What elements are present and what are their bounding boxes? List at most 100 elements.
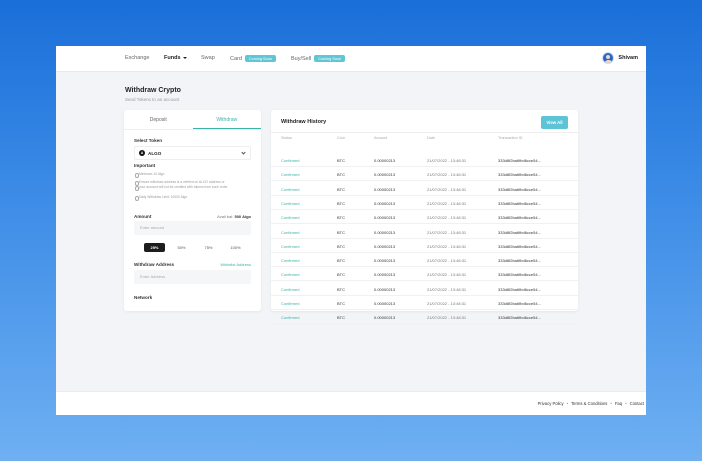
nav-card-label: Card [230,55,242,62]
column-header-status: Status [281,136,292,140]
address-input[interactable]: Enter Address [134,270,251,284]
deposit-withdraw-tabs: Deposit Withdraw [124,110,261,130]
date-cell: 21/07/2022 - 13:48:31 [427,286,467,292]
footer-link-contact[interactable]: Contact [630,401,644,406]
note-minimum: Minimum 10 Algo [134,172,165,178]
table-row[interactable]: Confirmed BTC 0.00000213 21/07/2022 - 13:48… [271,196,578,210]
amount-cell: 0.00000213 [374,186,396,192]
chevron-down-icon [241,150,246,155]
nav-buy-sell-label: Buy/Sell [291,55,312,62]
table-row[interactable]: Confirmed BTC 0.00000213 21/07/2022 - 13:48… [271,310,578,325]
view-all-button[interactable]: View All [541,116,568,129]
user-name: Shivam [618,55,638,61]
avatar [602,52,615,64]
status-cell: Confirmed [281,172,300,178]
percent-50-button[interactable]: 50% [171,243,192,252]
footer-links: Privacy Policy • Terms & Conditions • Faq • Co… [537,401,644,406]
table-row[interactable]: Confirmed BTC 0.00000213 21/07/2022 - 13:48… [271,153,578,167]
whitelist-address-link[interactable]: Whitelist Address [220,262,251,267]
select-token-label: Select Token [134,138,162,143]
amount-cell: 0.00000213 [374,215,396,221]
tab-deposit[interactable]: Deposit [124,110,193,129]
transaction-id-cell: 333d8f2ba6fbd6cce54... [498,301,541,306]
page-subtitle: Send Tokens to an account [125,97,180,102]
transaction-id-cell: 333d8f2ba6fbd6cce54... [498,172,541,178]
status-cell: Confirmed [281,301,300,306]
coin-cell: BTC [337,215,345,221]
network-label: Network [134,295,153,300]
note-minimum-text: Minimum 10 Algo [139,172,165,176]
date-cell: 21/07/2022 - 13:48:31 [427,229,467,235]
date-cell: 21/07/2022 - 13:48:31 [427,200,467,206]
table-row[interactable]: Confirmed BTC 0.00000213 21/07/2022 - 13:48… [271,182,578,196]
amount-cell: 0.00000213 [374,301,396,306]
table-row[interactable]: Confirmed BTC 0.00000213 21/07/2022 - 13:48… [271,296,578,310]
note-address-warning-cont: your account will not be credited with t… [134,185,228,191]
table-row[interactable]: Confirmed BTC 0.00000213 21/07/2022 - 13:48… [271,225,578,239]
note-address-text-2: your account will not be credited with t… [139,185,228,189]
user-menu[interactable]: Shivam [602,52,638,64]
transaction-id-cell: 333d8f2ba6fbd6cce54... [498,215,541,221]
column-header-date: Date [427,136,436,140]
tab-withdraw[interactable]: Withdraw [192,110,261,129]
status-cell: Confirmed [281,258,300,264]
footer-link-faq[interactable]: Faq [615,401,622,406]
percent-25-button[interactable]: 25% [144,243,165,252]
date-cell: 21/07/2022 - 13:48:31 [427,272,467,278]
table-row[interactable]: Confirmed BTC 0.00000213 21/07/2022 - 13:48… [271,239,578,253]
coin-cell: BTC [337,315,345,321]
nav-buy-sell[interactable]: Buy/Sell Coming Soon [291,55,346,62]
nav-swap[interactable]: Swap [201,55,215,61]
nav-funds-label: Funds [164,55,181,61]
column-header-amount: Amount [374,136,388,140]
nav-exchange[interactable]: Exchange [125,55,149,61]
amount-cell: 0.00000213 [374,200,396,206]
date-cell: 21/07/2022 - 13:48:31 [427,301,467,306]
page-title: Withdraw Crypto [125,87,181,94]
withdraw-history-card: Withdraw History View All Status Coin Am… [271,110,578,325]
footer: Privacy Policy • Terms & Conditions • Faq • Co… [56,391,646,415]
chevron-down-icon [182,56,187,59]
nav-card[interactable]: Card Coming Soon [230,55,276,62]
withdraw-address-label: Withdraw Address [134,262,175,267]
amount-cell: 0.00000213 [374,286,396,292]
footer-link-terms[interactable]: Terms & Conditions [571,401,607,406]
table-row[interactable]: Confirmed BTC 0.00000213 21/07/2022 - 13:48… [271,167,578,182]
date-cell: 21/07/2022 - 13:48:31 [427,258,467,264]
status-cell: Confirmed [281,158,300,163]
app-window: Exchange Funds Swap Card Coming Soon Buy/… [56,46,646,415]
table-row[interactable]: Confirmed BTC 0.00000213 21/07/2022 - 13:48… [271,267,578,282]
amount-cell: 0.00000213 [374,258,396,264]
note-daily-limit-text: Daily Withdraw Limit: 10000 Algo [139,195,188,199]
table-row[interactable]: Confirmed BTC 0.00000213 21/07/2022 - 13:48… [271,210,578,225]
coin-cell: BTC [337,200,345,206]
amount-input[interactable]: Enter amount [134,221,251,235]
transaction-id-cell: 333d8f2ba6fbd6cce54... [498,286,541,292]
top-navigation: Exchange Funds Swap Card Coming Soon Buy/… [56,46,646,72]
note-address-text: Ensure withdraw address is a verified on… [139,180,225,184]
transaction-id-cell: 333d8f2ba6fbd6cce54... [498,186,541,192]
percent-100-button[interactable]: 100% [225,243,246,252]
footer-link-privacy[interactable]: Privacy Policy [538,401,564,406]
algo-token-icon: A [139,150,145,156]
status-cell: Confirmed [281,272,300,278]
status-cell: Confirmed [281,215,300,221]
date-cell: 21/07/2022 - 13:48:31 [427,215,467,221]
status-cell: Confirmed [281,186,300,192]
transaction-id-cell: 333d8f2ba6fbd6cce54... [498,272,541,278]
amount-cell: 0.00000213 [374,158,396,163]
table-row[interactable]: Confirmed BTC 0.00000213 21/07/2022 - 13:48… [271,253,578,268]
coming-soon-badge: Coming Soon [244,55,276,62]
coming-soon-badge: Coming Soon [314,55,346,62]
transaction-id-cell: 333d8f2ba6fbd6cce54... [498,200,541,206]
nav-funds[interactable]: Funds [164,55,187,61]
avail-value: 500 Algo [234,214,251,219]
transaction-id-cell: 333d8f2ba6fbd6cce54... [498,158,541,163]
status-cell: Confirmed [281,286,300,292]
transaction-id-cell: 333d8f2ba6fbd6cce54... [498,243,541,249]
amount-cell: 0.00000213 [374,243,396,249]
amount-cell: 0.00000213 [374,172,396,178]
table-row[interactable]: Confirmed BTC 0.00000213 21/07/2022 - 13:48… [271,282,578,296]
token-select[interactable]: A ALGO [134,146,251,160]
percent-75-button[interactable]: 75% [198,243,219,252]
